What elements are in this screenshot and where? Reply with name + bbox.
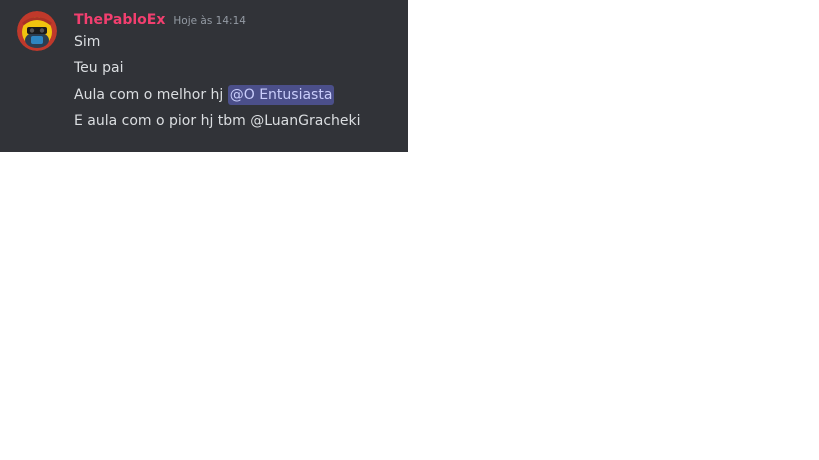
message-text: Teu pai [74, 60, 124, 76]
chat-panel: ThePabloEx Hoje às 14:14 Sim Teu pai Aul… [0, 0, 408, 152]
message-text: Sim [74, 34, 101, 50]
message-line: Teu pai [74, 57, 123, 79]
message-group: ThePabloEx Hoje às 14:14 Sim Teu pai Aul… [0, 0, 408, 152]
message-line: Aula com o melhor hj @O Entusiasta [74, 84, 335, 106]
message-text: E aula com o pior hj tbm @LuanGracheki [74, 113, 361, 129]
message-text: Aula com o melhor hj [74, 87, 228, 103]
user-mention[interactable]: @O Entusiasta [227, 85, 335, 105]
username[interactable]: ThePabloEx [74, 10, 165, 30]
avatar-icon [17, 11, 57, 51]
message-line: E aula com o pior hj tbm @LuanGracheki [74, 110, 361, 132]
timestamp[interactable]: Hoje às 14:14 [173, 11, 246, 31]
message-header: ThePabloEx Hoje às 14:14 [74, 10, 246, 30]
message-line: Sim [74, 31, 100, 53]
user-avatar[interactable] [17, 11, 57, 51]
